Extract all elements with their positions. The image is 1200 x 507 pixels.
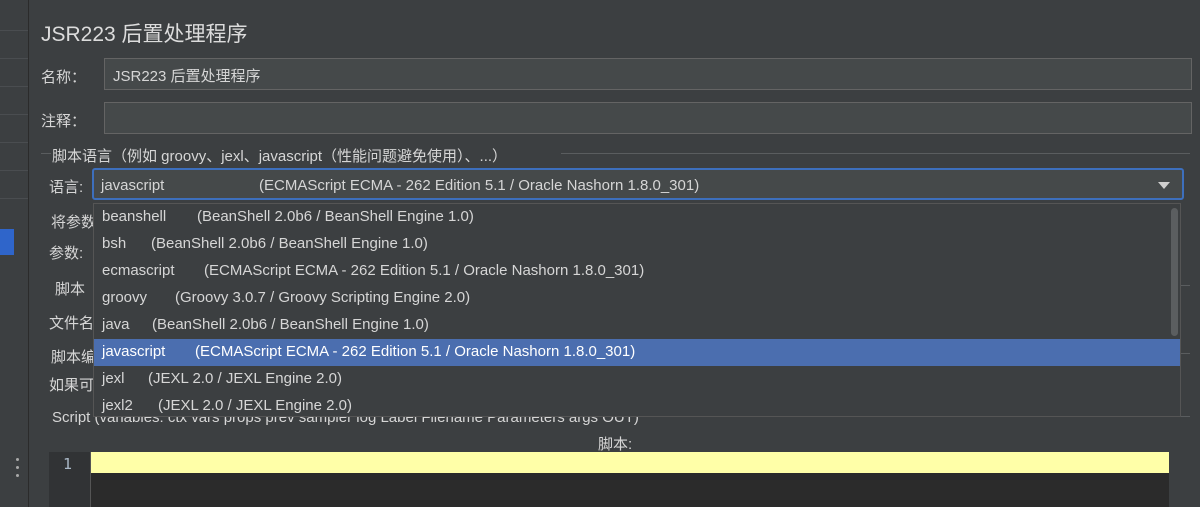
language-selected-desc: (ECMAScript ECMA - 262 Edition 5.1 / Ora… (259, 177, 700, 194)
script-file-section-title: 脚本 (55, 281, 86, 298)
dropdown-option-ecmascript[interactable]: ecmascript (ECMAScript ECMA - 262 Editio… (94, 258, 1170, 285)
dropdown-scrollbar[interactable] (1171, 208, 1178, 336)
script-label: 脚本: (598, 436, 633, 453)
filename-label: 文件名 (49, 315, 95, 332)
name-field-value: JSR223 后置处理程序 (113, 68, 261, 85)
dropdown-option-java[interactable]: java (BeanShell 2.0b6 / BeanShell Engine… (94, 312, 1170, 339)
language-dropdown-list[interactable]: beanshell (BeanShell 2.0b6 / BeanShell E… (93, 203, 1181, 417)
comment-label: 注释： (41, 113, 87, 130)
main-panel: JSR223 后置处理程序 名称： JSR223 后置处理程序 注释： 脚本语言… (29, 0, 1200, 507)
current-line-highlight (91, 452, 1169, 473)
dropdown-option-groovy[interactable]: groovy (Groovy 3.0.7 / Groovy Scripting … (94, 285, 1170, 312)
comment-field-value (105, 103, 1191, 115)
dropdown-option-bsh[interactable]: bsh (BeanShell 2.0b6 / BeanShell Engine … (94, 231, 1170, 258)
params-label: 参数: (49, 245, 84, 262)
language-selected-name: javascript (101, 177, 165, 194)
script-compile-section-title: 脚本编 (51, 349, 97, 366)
comment-field[interactable] (104, 102, 1192, 134)
name-field[interactable]: JSR223 后置处理程序 (104, 58, 1192, 90)
script-language-section-title: 脚本语言（例如 groovy、jexl、javascript（性能问题避免使用）… (52, 148, 508, 165)
line-number: 1 (63, 455, 73, 473)
language-select[interactable]: javascript (ECMAScript ECMA - 262 Editio… (92, 168, 1184, 200)
pass-params-label: 将参数 (51, 214, 97, 231)
if-available-label: 如果可 (49, 377, 95, 394)
dropdown-option-beanshell[interactable]: beanshell (BeanShell 2.0b6 / BeanShell E… (94, 204, 1170, 231)
language-label: 语言: (49, 179, 84, 196)
tree-selected-item[interactable] (0, 229, 14, 255)
name-label: 名称： (41, 69, 87, 86)
splitter-grip-icon[interactable] (15, 458, 21, 484)
dropdown-option-javascript[interactable]: javascript (ECMAScript ECMA - 262 Editio… (94, 339, 1180, 366)
dropdown-option-jexl[interactable]: jexl (JEXL 2.0 / JEXL Engine 2.0) (94, 366, 1170, 393)
script-editor[interactable]: 1 (49, 452, 1169, 507)
tree-panel[interactable] (0, 0, 29, 507)
dropdown-option-jexl2[interactable]: jexl2 (JEXL 2.0 / JEXL Engine 2.0) (94, 393, 1170, 416)
chevron-down-icon[interactable] (1158, 182, 1170, 189)
page-title: JSR223 后置处理程序 (41, 23, 248, 46)
line-number-gutter: 1 (49, 452, 91, 507)
